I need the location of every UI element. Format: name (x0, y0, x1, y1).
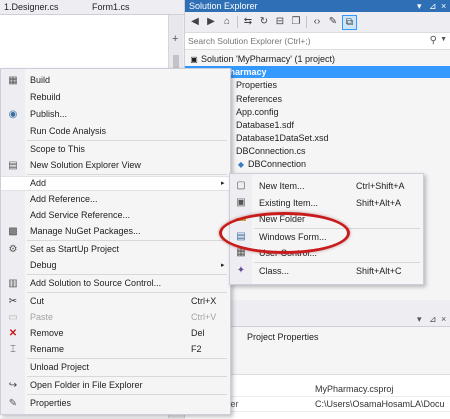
menu-item-scope-to-this[interactable]: Scope to This (1, 142, 230, 157)
menu-item-build[interactable]: ▦ Build (1, 73, 230, 88)
menu-item-remove[interactable]: ✕ Remove Del (1, 326, 230, 341)
solution-explorer-toolbar: ◀ ▶ ⌂ ⇆ ↻ ⊟ ❐ ‹› ✎ ⧉ (185, 12, 450, 33)
tree-item[interactable]: App.config (236, 106, 279, 119)
tree-item[interactable]: Database1.sdf (236, 119, 294, 132)
menu-item-add-service-reference[interactable]: Add Service Reference... (1, 208, 230, 223)
solution-explorer-search: ⚲ ▼ (185, 33, 450, 50)
home-icon[interactable]: ⌂ (220, 15, 234, 29)
menu-item-publish[interactable]: ◉ Publish... (1, 107, 230, 122)
menu-item-add-to-source-control[interactable]: ▥ Add Solution to Source Control... (1, 276, 230, 291)
submenu-arrow-icon: ▸ (221, 262, 225, 269)
class-icon: ◆ (237, 160, 245, 169)
rename-icon: ⌶ (10, 344, 16, 355)
pin-icon[interactable]: ⊿ (429, 0, 437, 12)
open-folder-icon: ↪ (8, 380, 18, 391)
submenu-item-class[interactable]: ✦ Class... Shift+Alt+C (230, 263, 423, 279)
build-icon: ▦ (8, 75, 18, 86)
solution-icon: ▣ (190, 55, 198, 64)
menu-item-set-startup[interactable]: ⚙ Set as StartUp Project (1, 242, 230, 257)
properties-wrench-icon[interactable]: ✎ (326, 15, 340, 29)
object-type: Project Properties (247, 332, 319, 342)
editor-tab-strip: 1.Designer.cs Form1.cs (0, 0, 184, 15)
globe-icon: ◉ (8, 109, 18, 120)
search-input[interactable] (188, 35, 424, 46)
menu-item-cut[interactable]: ✂ Cut Ctrl+X (1, 294, 230, 309)
tree-solution-node[interactable]: ▣ Solution 'MyPharmacy' (1 project) (189, 53, 335, 66)
existing-item-icon: ▣ (236, 197, 246, 208)
tree-item[interactable]: References (236, 93, 282, 106)
menu-item-unload-project[interactable]: Unload Project (1, 360, 230, 375)
source-control-icon: ▥ (8, 278, 18, 289)
class-icon: ✦ (236, 265, 246, 276)
search-options-icon[interactable]: ▼ (440, 36, 447, 43)
menu-item-run-code-analysis[interactable]: Run Code Analysis (1, 124, 230, 139)
menu-item-new-solution-explorer-view[interactable]: ▤ New Solution Explorer View (1, 158, 230, 173)
menu-item-rename[interactable]: ⌶ Rename F2 (1, 342, 230, 357)
expand-plus-icon[interactable]: + (172, 33, 178, 45)
tree-item[interactable]: Database1DataSet.xsd (236, 132, 329, 145)
close-icon[interactable]: × (441, 314, 446, 324)
menu-item-paste[interactable]: ▭ Paste Ctrl+V (1, 310, 230, 325)
show-all-icon[interactable]: ❐ (289, 15, 303, 29)
tree-item-dbconnection[interactable]: ◆ DBConnection (236, 158, 306, 171)
search-icon[interactable]: ⚲ (430, 35, 437, 46)
menu-item-rebuild[interactable]: Rebuild (1, 90, 230, 105)
menu-item-add-reference[interactable]: Add Reference... (1, 192, 230, 207)
paste-icon: ▭ (8, 312, 18, 323)
remove-icon: ✕ (8, 328, 18, 339)
sync-icon[interactable]: ⇆ (241, 15, 255, 29)
preview-icon[interactable]: ⧉ (342, 15, 357, 30)
refresh-icon[interactable]: ↻ (257, 15, 271, 29)
forward-icon[interactable]: ▶ (204, 15, 218, 29)
tree-item[interactable]: DBConnection.cs (236, 145, 306, 158)
dropdown-icon[interactable]: ▾ (417, 314, 422, 325)
menu-item-debug[interactable]: Debug ▸ (1, 258, 230, 273)
submenu-item-new-item[interactable]: ▢ New Item... Ctrl+Shift+A (230, 178, 423, 194)
pin-icon[interactable]: ⊿ (429, 314, 437, 325)
explorer-view-icon: ▤ (8, 160, 18, 171)
menu-item-open-folder[interactable]: ↪ Open Folder in File Explorer (1, 378, 230, 393)
collapse-icon[interactable]: ⊟ (273, 15, 287, 29)
wrench-icon: ✎ (8, 398, 18, 409)
menu-item-manage-nuget[interactable]: ▩ Manage NuGet Packages... (1, 224, 230, 239)
solution-explorer-titlebar: Solution Explorer ▾ ⊿ × (185, 0, 450, 12)
menu-item-add[interactable]: Add ▸ (1, 176, 230, 191)
submenu-item-existing-item[interactable]: ▣ Existing Item... Shift+Alt+A (230, 195, 423, 211)
tree-item[interactable]: Properties (236, 79, 277, 92)
cut-icon: ✂ (8, 296, 18, 307)
tab-form1[interactable]: Form1.cs (88, 1, 134, 13)
view-code-icon[interactable]: ‹› (310, 15, 324, 29)
solution-explorer-title: Solution Explorer (189, 1, 258, 11)
new-item-icon: ▢ (236, 180, 246, 191)
project-context-menu: ▦ Build Rebuild ◉ Publish... Run Code An… (0, 68, 231, 415)
nuget-icon: ▩ (8, 226, 18, 237)
submenu-arrow-icon: ▸ (221, 180, 225, 187)
tab-designer[interactable]: 1.Designer.cs (0, 1, 63, 13)
close-icon[interactable]: × (441, 0, 446, 12)
annotation-ellipse (219, 212, 350, 254)
gear-icon: ⚙ (8, 244, 18, 255)
back-icon[interactable]: ◀ (188, 15, 202, 29)
dropdown-icon[interactable]: ▾ (417, 0, 422, 12)
menu-item-properties[interactable]: ✎ Properties (1, 396, 230, 411)
